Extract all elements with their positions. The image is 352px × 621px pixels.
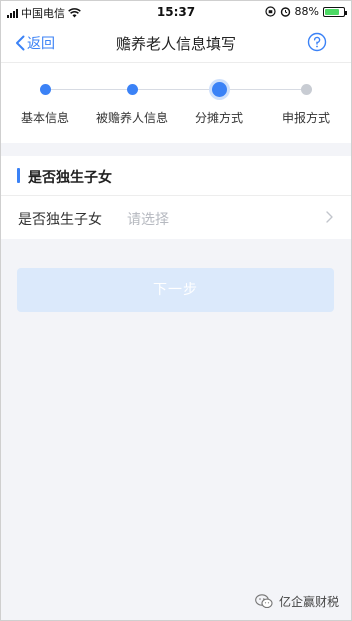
orientation-lock-icon [264, 6, 276, 17]
section-accent-bar [17, 168, 20, 183]
section-header: 是否独生子女 [1, 156, 351, 196]
battery-icon [323, 6, 347, 17]
only-child-select[interactable]: 是否独生子女 请选择 [1, 197, 351, 239]
watermark: 亿企赢财税 [255, 593, 339, 610]
nav-bar: 返回 赡养老人信息填写 [1, 23, 351, 63]
status-right: 88% [264, 5, 347, 18]
wechat-icon [255, 594, 273, 609]
step-dot-basic-info [40, 84, 51, 95]
progress-steps: 基本信息 被赡养人信息 分摊方式 申报方式 [1, 63, 351, 143]
step-dot-declaration [301, 84, 312, 95]
step-label-basic-info: 基本信息 [20, 111, 70, 125]
step-label-dependent-info: 被赡养人信息 [95, 111, 169, 125]
page-title: 赡养老人信息填写 [115, 35, 236, 53]
chevron-right-icon [326, 211, 333, 223]
step-connector [45, 89, 307, 90]
watermark-text: 亿企赢财税 [278, 595, 339, 609]
status-bar: 中国电信 15:37 88% [1, 1, 351, 23]
step-dot-dependent-info [127, 84, 138, 95]
only-child-section: 是否独生子女 是否独生子女 请选择 [1, 156, 351, 239]
step-label-declaration: 申报方式 [281, 111, 331, 125]
step-label-allocation: 分摊方式 [194, 111, 244, 125]
field-placeholder: 请选择 [127, 212, 169, 228]
next-button[interactable]: 下一步 [17, 268, 334, 312]
section-title: 是否独生子女 [28, 170, 112, 186]
battery-percent: 88% [294, 5, 319, 18]
alarm-icon [280, 7, 290, 17]
field-label: 是否独生子女 [18, 212, 102, 228]
help-icon[interactable] [307, 32, 327, 52]
step-dot-allocation [212, 82, 227, 97]
app-frame: 中国电信 15:37 88% 返回 赡养老人信息填写 基本信息 被赡养人信息 分… [0, 0, 352, 621]
